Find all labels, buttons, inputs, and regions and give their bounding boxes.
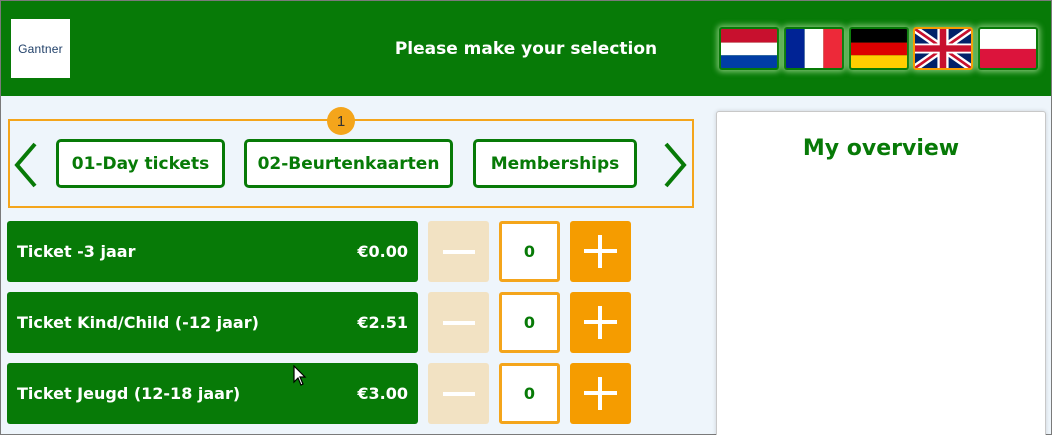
page-title: Please make your selection — [394, 39, 658, 59]
gb-flag-icon[interactable] — [913, 27, 973, 70]
overview-title: My overview — [802, 136, 960, 161]
fr-flag-icon[interactable] — [784, 27, 844, 70]
tab-memberships[interactable]: Memberships — [473, 139, 637, 188]
pl-flag-icon[interactable] — [978, 27, 1038, 70]
increase-quantity-button[interactable] — [570, 292, 631, 353]
tab-beurtenkaarten[interactable]: 02-Beurtenkaarten — [244, 139, 453, 188]
ticket-price: €0.00 — [357, 242, 408, 261]
increase-quantity-button[interactable] — [570, 363, 631, 424]
minus-icon — [442, 391, 475, 396]
ticket-row: Ticket Jeugd (12-18 jaar) €3.00 — [7, 363, 418, 424]
decrease-quantity-button[interactable] — [428, 292, 489, 353]
mouse-cursor-icon — [293, 364, 307, 387]
tab-day-tickets[interactable]: 01-Day tickets — [56, 139, 225, 188]
decrease-quantity-button[interactable] — [428, 221, 489, 282]
minus-icon — [442, 249, 475, 254]
header-bar: Gantner Please make your selection — [1, 1, 1051, 96]
ticket-name: Ticket Kind/Child (-12 jaar) — [17, 313, 259, 332]
ticket-price: €3.00 — [357, 384, 408, 403]
ticket-row: Ticket -3 jaar €0.00 — [7, 221, 418, 282]
logo-text: Gantner — [18, 41, 63, 56]
de-flag-icon[interactable] — [849, 27, 909, 70]
quantity-field[interactable]: 0 — [499, 292, 560, 353]
ticket-name: Ticket -3 jaar — [17, 242, 136, 261]
category-step-badge: 1 — [327, 107, 355, 135]
chevron-right-icon[interactable] — [660, 141, 690, 189]
quantity-field[interactable]: 0 — [499, 363, 560, 424]
nl-flag-icon[interactable] — [719, 27, 779, 70]
gantner-logo: Gantner — [11, 19, 70, 78]
minus-icon — [442, 320, 475, 325]
ticket-price: €2.51 — [357, 313, 408, 332]
chevron-left-icon[interactable] — [11, 141, 41, 189]
ticket-name: Ticket Jeugd (12-18 jaar) — [17, 384, 241, 403]
decrease-quantity-button[interactable] — [428, 363, 489, 424]
increase-quantity-button[interactable] — [570, 221, 631, 282]
overview-panel: My overview — [716, 111, 1046, 435]
ticket-row: Ticket Kind/Child (-12 jaar) €2.51 — [7, 292, 418, 353]
quantity-field[interactable]: 0 — [499, 221, 560, 282]
